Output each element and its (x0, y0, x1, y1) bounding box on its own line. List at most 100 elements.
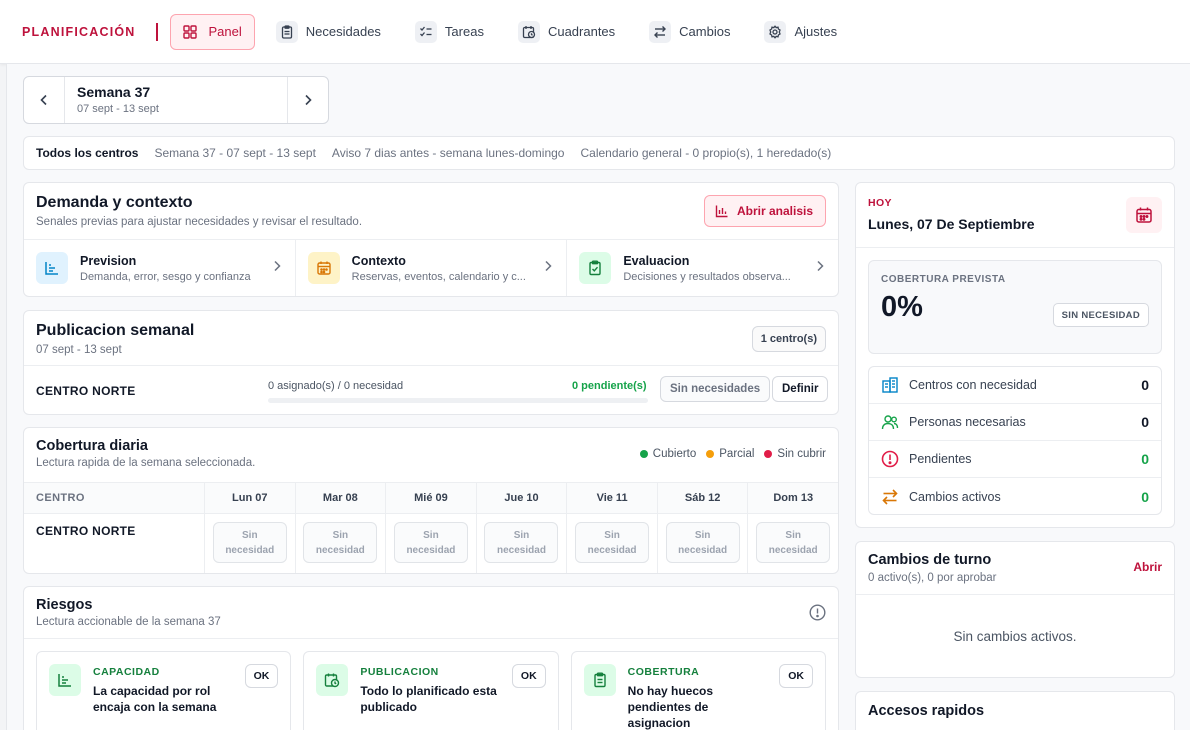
column-header-day: Mar 08 (294, 482, 386, 514)
calendar-icon[interactable] (1126, 197, 1162, 233)
users-icon (881, 413, 901, 431)
red-dot-icon (764, 450, 773, 458)
filter-week: Semana 37 - 07 sept - 13 sept (154, 146, 316, 160)
contexto-title: Contexto (351, 253, 406, 268)
chart-icon (715, 204, 729, 218)
coverage-label: COBERTURA PREVISTA (881, 274, 1006, 285)
legend-label: Cubierto (652, 448, 697, 460)
column-header-day: Vie 11 (566, 482, 657, 514)
nav-label: Tareas (444, 24, 484, 39)
week-picker: Semana 37 07 sept - 13 sept (23, 76, 329, 124)
top-navigation: PLANIFICACIÓN Panel Necesidades Tareas C… (0, 0, 1190, 64)
gear-icon (764, 20, 787, 43)
column-header-day: Lun 07 (204, 482, 295, 514)
shift-changes-title: Cambios de turno (868, 552, 992, 568)
stat-label: Pendientes (909, 452, 972, 466)
clipboard-check-icon (579, 252, 612, 284)
info-icon[interactable] (809, 604, 826, 621)
chevron-right-icon (544, 260, 552, 272)
column-header-day: Sáb 12 (656, 482, 748, 514)
evaluacion-item[interactable]: Evaluacion Decisiones y resultados obser… (567, 240, 838, 296)
stat-row: Centros con necesidad 0 (869, 367, 1161, 404)
stat-value: 0 (1141, 377, 1149, 393)
no-need-cell[interactable]: Sin necesidad (756, 522, 831, 563)
stat-row: Pendientes 0 (869, 441, 1161, 478)
nav-ajustes[interactable]: Ajustes (755, 14, 850, 50)
prevision-title: Prevision (80, 253, 137, 268)
orange-dot-icon (706, 450, 715, 458)
nav-panel[interactable]: Panel (169, 13, 255, 50)
status-badge: OK (779, 664, 813, 688)
chevron-left-icon (40, 94, 47, 106)
risk-kind: PUBLICACION (360, 666, 439, 678)
prevision-item[interactable]: Prevision Demanda, error, sesgo y confia… (24, 240, 296, 296)
brand-title: PLANIFICACIÓN (22, 24, 136, 39)
cobertura-card: Cobertura diaria Lectura rapida de la se… (23, 427, 839, 574)
coverage-tag: SIN NECESIDAD (1052, 303, 1149, 327)
checklist-icon (414, 20, 437, 43)
no-need-cell[interactable]: Sin necesidad (393, 522, 468, 563)
risk-card-cobertura: COBERTURA No hay huecos pendientes de as… (570, 651, 826, 730)
today-card: HOY Lunes, 07 De Septiembre COBERTURA PR… (855, 182, 1175, 528)
evaluacion-title: Evaluacion (623, 253, 690, 268)
centers-count-badge[interactable]: 1 centro(s) (751, 326, 826, 352)
day-cell: Sin necesidad (385, 514, 476, 573)
stat-row: Personas necesarias 0 (869, 404, 1161, 441)
coverage-forecast: COBERTURA PREVISTA 0% SIN NECESIDAD (868, 260, 1162, 354)
today-label: HOY (868, 197, 892, 209)
clipboard-icon (583, 664, 616, 696)
no-needs-button[interactable]: Sin necesidades (660, 376, 771, 402)
legend-label: Sin cubrir (777, 448, 826, 460)
no-need-cell[interactable]: Sin necesidad (303, 522, 378, 563)
brand-divider (155, 22, 158, 41)
nav-label: Cuadrantes (547, 24, 616, 39)
stat-value: 0 (1141, 451, 1149, 467)
day-cell: Sin necesidad (475, 514, 567, 573)
nav-cambios[interactable]: Cambios (640, 14, 743, 50)
swap-icon (881, 488, 901, 506)
calendar-icon (307, 252, 340, 284)
define-button[interactable]: Definir (772, 376, 829, 402)
progress-bar (268, 398, 648, 403)
risk-card-publicacion: PUBLICACION Todo lo planificado esta pub… (303, 651, 559, 730)
riesgos-card: Riesgos Lectura accionable de la semana … (23, 586, 839, 730)
filter-notice: Aviso 7 dias antes - semana lunes-doming… (331, 146, 565, 160)
stat-label: Personas necesarias (909, 415, 1026, 429)
demanda-card: Demanda y contexto Senales previas para … (23, 182, 839, 297)
column-header-day: Mié 09 (385, 482, 476, 514)
no-need-cell[interactable]: Sin necesidad (575, 522, 650, 563)
no-need-cell[interactable]: Sin necesidad (212, 522, 287, 563)
day-cell: Sin necesidad (747, 514, 838, 573)
nav-label: Cambios (679, 24, 731, 39)
nav-label: Panel (208, 24, 242, 39)
day-cell: Sin necesidad (566, 514, 657, 573)
stat-row: Cambios activos 0 (869, 478, 1161, 515)
publicacion-subtitle: 07 sept - 13 sept (36, 344, 122, 356)
dashboard-icon (179, 21, 201, 43)
risk-kind: CAPACIDAD (93, 666, 160, 678)
open-analysis-button[interactable]: Abrir analisis (703, 195, 826, 227)
buildings-icon (881, 376, 901, 394)
nav-label: Necesidades (305, 24, 381, 39)
column-header-center: CENTRO (24, 482, 204, 514)
next-week-button[interactable] (288, 77, 328, 123)
shift-changes-card: Cambios de turno 0 activo(s), 0 por apro… (855, 541, 1175, 678)
nav-tareas[interactable]: Tareas (406, 14, 497, 50)
status-badge: OK (511, 664, 546, 688)
prev-week-button[interactable] (24, 77, 64, 123)
filter-centers[interactable]: Todos los centros (36, 146, 138, 160)
publicacion-row: CENTRO NORTE 0 asignado(s) / 0 necesidad… (24, 366, 838, 414)
status-badge: OK (244, 664, 279, 688)
nav-cuadrantes[interactable]: Cuadrantes (509, 14, 628, 50)
no-need-cell[interactable]: Sin necesidad (484, 522, 559, 563)
green-dot-icon (639, 450, 648, 458)
contexto-item[interactable]: Contexto Reservas, eventos, calendario y… (296, 240, 568, 296)
no-need-cell[interactable]: Sin necesidad (665, 522, 740, 563)
shift-changes-subtitle: 0 activo(s), 0 por aprobar (868, 572, 997, 584)
day-cell: Sin necesidad (656, 514, 748, 573)
open-changes-link[interactable]: Abrir (1133, 560, 1162, 574)
nav-necesidades[interactable]: Necesidades (267, 14, 394, 50)
legend-label: Parcial (719, 448, 755, 460)
chevron-right-icon (273, 260, 281, 272)
chevron-right-icon (816, 260, 824, 272)
